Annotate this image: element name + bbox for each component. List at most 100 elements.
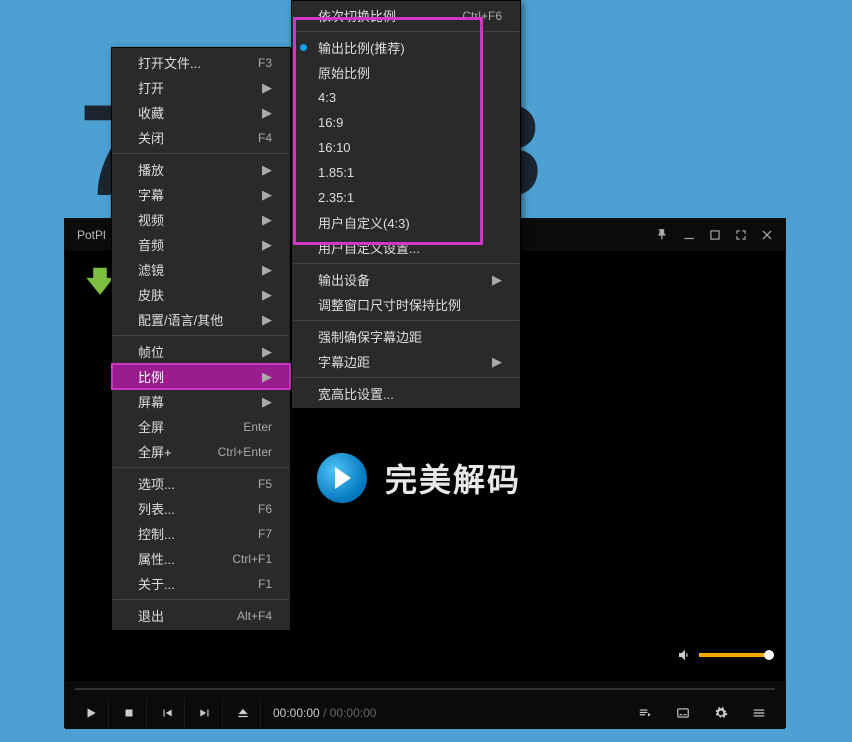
main-menu-label: 选项... (138, 474, 175, 493)
ratio-menu-item[interactable]: 原始比例 (292, 60, 520, 85)
ratio-menu-label: 1.85:1 (318, 165, 354, 180)
main-menu-label: 列表... (138, 499, 175, 518)
ratio-menu-item[interactable]: 输出设备▶ (292, 267, 520, 292)
main-menu-separator (113, 335, 289, 336)
ratio-menu-separator (293, 377, 519, 378)
main-menu-label: 比例 (138, 367, 164, 386)
maximize-icon[interactable] (703, 223, 727, 247)
ratio-menu-label: 强制确保字幕边距 (318, 327, 422, 346)
next-button[interactable] (187, 698, 223, 728)
shortcut-text: F7 (258, 527, 272, 541)
fullscreen-icon[interactable] (729, 223, 753, 247)
eject-button[interactable] (225, 698, 261, 728)
main-menu-item[interactable]: 比例 ▶ (112, 364, 290, 389)
ratio-menu-separator (293, 31, 519, 32)
ratio-menu-item[interactable]: 1.85:1 (292, 160, 520, 185)
ratio-menu-item[interactable]: 4:3 (292, 85, 520, 110)
ratio-menu-item[interactable]: 字幕边距 ▶ (292, 349, 520, 374)
main-menu-item[interactable]: 播放▶ (112, 157, 290, 182)
ratio-menu-label: 宽高比设置... (318, 384, 394, 403)
subtitle-button[interactable] (665, 698, 701, 728)
shortcut-text: Ctrl+F1 (232, 552, 272, 566)
center-logo: 完美解码 (317, 453, 521, 503)
main-menu-item[interactable]: 配置/语言/其他▶ (112, 307, 290, 332)
time-current: 00:00:00 (273, 706, 320, 720)
main-menu-label: 字幕 (138, 185, 164, 204)
progress-bar[interactable] (65, 681, 785, 697)
control-bar: 00:00:00 / 00:00:00 (65, 697, 785, 729)
volume-slider[interactable] (699, 653, 769, 657)
volume-control[interactable] (677, 647, 769, 663)
ratio-menu-separator (293, 263, 519, 264)
ratio-menu-label: 字幕边距 (318, 352, 370, 371)
ratio-menu-item[interactable]: 输出比例(推荐) (292, 35, 520, 60)
ratio-menu-label: 16:10 (318, 140, 351, 155)
submenu-arrow-icon: ▶ (262, 187, 272, 203)
ratio-menu-label: 用户自定义(4:3) (318, 213, 410, 232)
main-menu-item[interactable]: 选项... F5 (112, 471, 290, 496)
main-menu-separator (113, 599, 289, 600)
main-menu-label: 关闭 (138, 128, 164, 147)
main-menu-item[interactable]: 皮肤▶ (112, 282, 290, 307)
time-display: 00:00:00 / 00:00:00 (273, 706, 376, 720)
main-menu-item[interactable]: 全屏+Ctrl+Enter (112, 439, 290, 464)
logo-play-icon (317, 453, 367, 503)
main-menu-item[interactable]: 字幕 ▶ (112, 182, 290, 207)
main-menu-item[interactable]: 屏幕▶ (112, 389, 290, 414)
main-menu-item[interactable]: 控制...F7 (112, 521, 290, 546)
main-menu-item[interactable]: 全屏Enter (112, 414, 290, 439)
ratio-menu-label: 依次切换比例 (318, 6, 396, 25)
submenu-arrow-icon: ▶ (262, 369, 272, 385)
shortcut-text: Alt+F4 (237, 609, 272, 623)
settings-button[interactable] (703, 698, 739, 728)
main-menu-item[interactable]: 退出Alt+F4 (112, 603, 290, 628)
stop-button[interactable] (111, 698, 147, 728)
main-menu-item[interactable]: 滤镜▶ (112, 257, 290, 282)
main-menu-label: 属性... (138, 549, 175, 568)
pin-icon[interactable] (651, 223, 675, 247)
ratio-menu-item[interactable]: 16:10 (292, 135, 520, 160)
submenu-arrow-icon: ▶ (262, 344, 272, 360)
main-menu-item[interactable]: 关闭 F4 (112, 125, 290, 150)
main-menu-item[interactable]: 视频 ▶ (112, 207, 290, 232)
ratio-menu-item[interactable]: 16:9 (292, 110, 520, 135)
main-menu-label: 音频 (138, 235, 164, 254)
submenu-arrow-icon: ▶ (262, 212, 272, 228)
main-menu-item[interactable]: 打开▶ (112, 75, 290, 100)
shortcut-text: F5 (258, 477, 272, 491)
shortcut-text: Ctrl+Enter (218, 445, 272, 459)
main-menu-label: 收藏 (138, 103, 164, 122)
play-button[interactable] (73, 698, 109, 728)
ratio-menu-item[interactable]: 用户自定义设置... (292, 235, 520, 260)
main-menu-item[interactable]: 列表...F6 (112, 496, 290, 521)
shortcut-text: F3 (258, 56, 272, 70)
submenu-arrow-icon: ▶ (492, 354, 502, 370)
ratio-menu-item[interactable]: 宽高比设置... (292, 381, 520, 406)
main-menu-label: 皮肤 (138, 285, 164, 304)
playlist-button[interactable] (627, 698, 663, 728)
ratio-menu-item[interactable]: 强制确保字幕边距 (292, 324, 520, 349)
ratio-menu-item[interactable]: 2.35:1 (292, 185, 520, 210)
ratio-menu-item[interactable]: 依次切换比例Ctrl+F6 (292, 3, 520, 28)
shortcut-text: F4 (258, 131, 272, 145)
shortcut-text: F1 (258, 577, 272, 591)
main-menu-item[interactable]: 打开文件...F3 (112, 50, 290, 75)
main-menu-label: 配置/语言/其他 (138, 310, 223, 329)
menu-button[interactable] (741, 698, 777, 728)
main-menu-item[interactable]: 收藏▶ (112, 100, 290, 125)
prev-button[interactable] (149, 698, 185, 728)
close-icon[interactable] (755, 223, 779, 247)
ratio-menu-label: 16:9 (318, 115, 343, 130)
main-menu-label: 滤镜 (138, 260, 164, 279)
ratio-menu-item[interactable]: 调整窗口尺寸时保持比例 (292, 292, 520, 317)
main-menu-item[interactable]: 关于...F1 (112, 571, 290, 596)
main-menu-label: 视频 (138, 210, 164, 229)
logo-text: 完美解码 (385, 455, 521, 501)
ratio-menu-item[interactable]: 用户自定义(4:3) (292, 210, 520, 235)
main-menu-item[interactable]: 属性... Ctrl+F1 (112, 546, 290, 571)
main-menu-item[interactable]: 音频▶ (112, 232, 290, 257)
context-menu-ratio: 依次切换比例Ctrl+F6 输出比例(推荐)原始比例4:3 16:9 16:10 1.8… (291, 0, 521, 409)
main-menu-item[interactable]: 帧位▶ (112, 339, 290, 364)
volume-icon[interactable] (677, 647, 693, 663)
minimize-icon[interactable] (677, 223, 701, 247)
